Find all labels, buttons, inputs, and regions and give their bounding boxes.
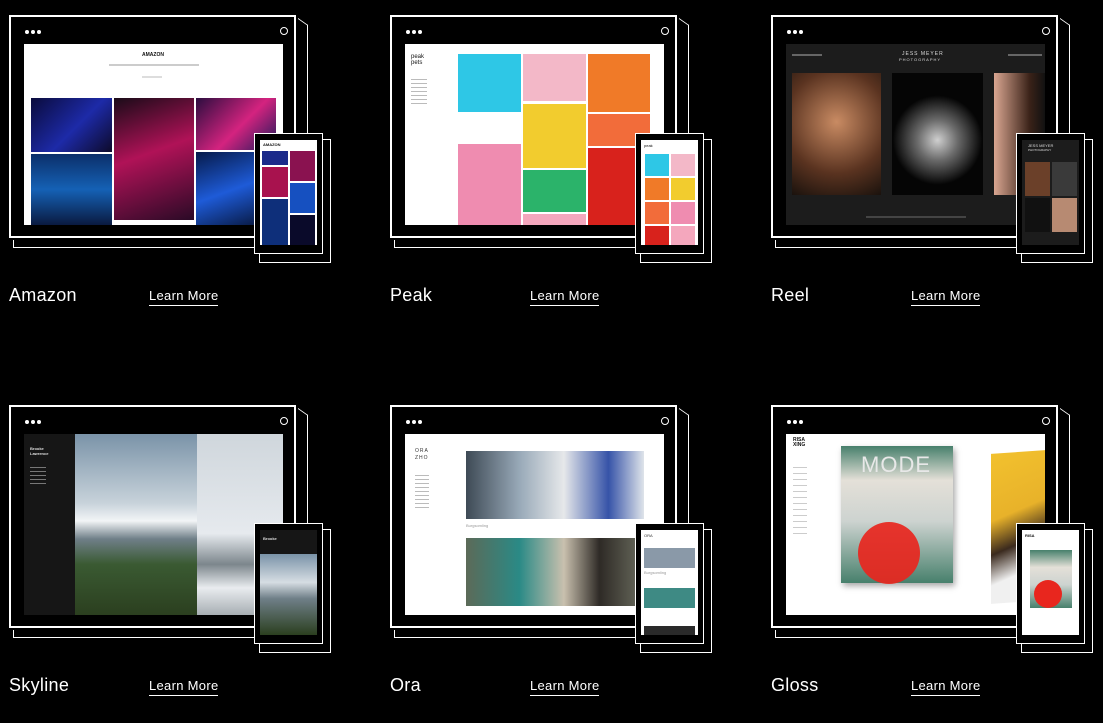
- site-title: peak pets: [411, 54, 425, 66]
- tablet-frame: ORA ZHO Burgsomling: [390, 405, 677, 628]
- phone-edge: [1021, 644, 1093, 653]
- preview-screen: AMAZON: [24, 44, 283, 225]
- phone-edge: [640, 254, 712, 263]
- gallery-image: [523, 170, 586, 212]
- power-icon: [1042, 417, 1050, 425]
- phone-edge: [1021, 254, 1093, 263]
- three-dots-icon: [25, 27, 43, 37]
- three-dots-icon: [787, 417, 805, 427]
- learn-more-link[interactable]: Learn More: [911, 678, 981, 696]
- template-name: Reel: [771, 285, 810, 305]
- tablet-frame: Brooke Lawrence: [9, 405, 296, 628]
- phone-edge: [1085, 529, 1093, 653]
- template-name: Skyline: [9, 675, 70, 695]
- template-card-amazon: AMAZON AMAZON Amazon Learn More: [9, 15, 340, 325]
- phone-frame: peak: [635, 133, 704, 254]
- phone-edge: [704, 139, 712, 263]
- learn-more-link[interactable]: Learn More: [530, 678, 600, 696]
- preview-screen: peak pets: [405, 44, 664, 225]
- template-name: Ora: [390, 675, 421, 695]
- power-icon: [280, 417, 288, 425]
- power-icon: [280, 27, 288, 35]
- phone-frame: ORA Burgsomling: [635, 523, 704, 644]
- preview-screen: ORA ZHO Burgsomling: [405, 434, 664, 615]
- magazine-title: MODE: [861, 452, 931, 477]
- three-dots-icon: [787, 27, 805, 37]
- site-title: Brooke Lawrence: [30, 446, 49, 456]
- site-title: ORA ZHO: [415, 448, 429, 461]
- preview-screen: RISA XING MODE: [786, 434, 1045, 615]
- preview-screen: Brooke Lawrence: [24, 434, 283, 615]
- gallery-image: [466, 538, 644, 606]
- tablet-frame: JESS MEYER PHOTOGRAPHY: [771, 15, 1058, 238]
- power-icon: [661, 417, 669, 425]
- three-dots-icon: [406, 417, 424, 427]
- phone-preview-screen: Brooke: [260, 530, 317, 635]
- gallery-image: [588, 54, 650, 112]
- phone-edge: [1085, 139, 1093, 263]
- tablet-frame: AMAZON: [9, 15, 296, 238]
- site-title: RISA XING: [793, 437, 806, 448]
- gallery-image: [523, 104, 586, 168]
- template-card-peak: peak pets peak Peak Learn More: [390, 15, 721, 325]
- site-nav: [109, 64, 199, 66]
- phone-frame: AMAZON: [254, 133, 323, 254]
- gallery-image: [792, 73, 881, 195]
- template-card-gloss: RISA XING MODE RISA Gloss Learn More: [771, 405, 1102, 715]
- phone-preview-screen: AMAZON: [260, 140, 317, 245]
- gallery-image: [523, 54, 586, 101]
- phone-frame: Brooke: [254, 523, 323, 644]
- three-dots-icon: [406, 27, 424, 37]
- tablet-frame: peak pets: [390, 15, 677, 238]
- learn-more-link[interactable]: Learn More: [530, 288, 600, 306]
- phone-preview-screen: RISA: [1022, 530, 1079, 635]
- magazine-red-circle: [858, 522, 920, 584]
- phone-edge: [259, 644, 331, 653]
- gallery-image: [892, 73, 983, 195]
- template-name: Amazon: [9, 285, 77, 305]
- phone-edge: [259, 254, 331, 263]
- gallery-image: [458, 54, 521, 112]
- phone-edge: [323, 139, 331, 263]
- learn-more-link[interactable]: Learn More: [911, 288, 981, 306]
- phone-edge: [640, 644, 712, 653]
- gallery-image: [114, 98, 194, 220]
- learn-more-link[interactable]: Learn More: [149, 678, 219, 696]
- phone-preview-screen: peak: [641, 140, 698, 245]
- gallery-image: [31, 154, 112, 225]
- gallery-image: [31, 98, 112, 152]
- gallery-image: [75, 434, 197, 615]
- template-card-reel: JESS MEYER PHOTOGRAPHY JESS MEYER PHOTOG…: [771, 15, 1102, 325]
- phone-edge: [704, 529, 712, 653]
- site-title: AMAZON: [142, 52, 164, 58]
- phone-edge: [323, 529, 331, 653]
- phone-frame: JESS MEYER PHOTOGRAPHY: [1016, 133, 1085, 254]
- template-name: Peak: [390, 285, 433, 305]
- template-card-skyline: Brooke Lawrence Brooke Skyline Learn Mor…: [9, 405, 340, 715]
- site-subtitle: PHOTOGRAPHY: [899, 57, 942, 62]
- power-icon: [1042, 27, 1050, 35]
- phone-frame: RISA: [1016, 523, 1085, 644]
- preview-screen: JESS MEYER PHOTOGRAPHY: [786, 44, 1045, 225]
- phone-preview-screen: JESS MEYER PHOTOGRAPHY: [1022, 140, 1079, 245]
- template-card-ora: ORA ZHO Burgsomling ORA Burgsomling Ora …: [390, 405, 721, 715]
- gallery-caption: Burgsomling: [466, 523, 489, 528]
- tablet-frame: RISA XING MODE: [771, 405, 1058, 628]
- template-name: Gloss: [771, 675, 819, 695]
- learn-more-link[interactable]: Learn More: [149, 288, 219, 306]
- power-icon: [661, 27, 669, 35]
- three-dots-icon: [25, 417, 43, 427]
- gallery-image: [466, 451, 644, 519]
- phone-preview-screen: ORA Burgsomling: [641, 530, 698, 635]
- gallery-image: [458, 144, 521, 225]
